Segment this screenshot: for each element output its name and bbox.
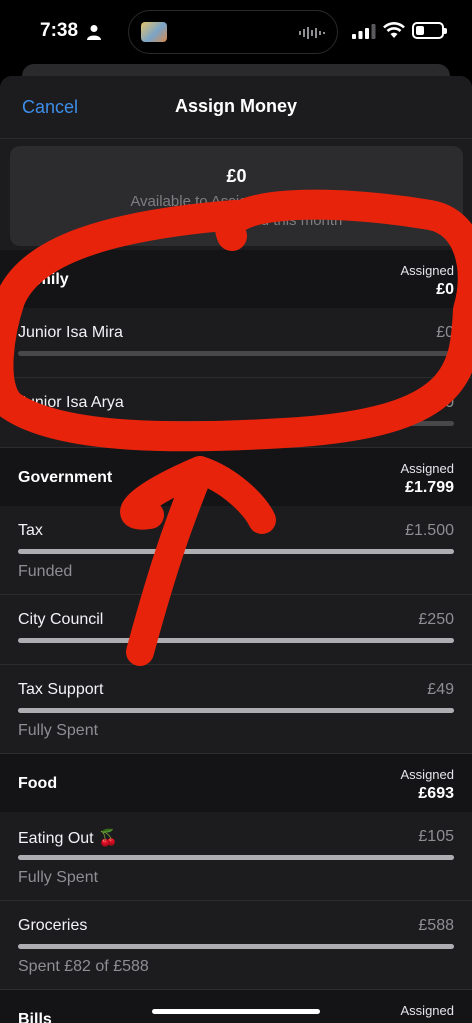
category-amount[interactable]: £1.500 bbox=[405, 522, 454, 540]
progress-fill bbox=[18, 638, 454, 643]
home-indicator bbox=[152, 1009, 320, 1014]
progress-bar bbox=[18, 855, 454, 860]
person-icon bbox=[87, 25, 101, 40]
category-row[interactable]: Tax £1.500 Funded bbox=[0, 506, 472, 595]
category-list: Family Assigned £0 Junior Isa Mira £0 Junior … bbox=[0, 250, 472, 1023]
assigned-label: Assigned bbox=[400, 767, 454, 782]
category-row[interactable]: Groceries £588 Spent £82 of £588 bbox=[0, 901, 472, 990]
assigned-amount: £0 bbox=[436, 281, 454, 298]
available-amount: £0 bbox=[226, 166, 247, 186]
section-title: Food bbox=[18, 775, 58, 792]
category-row[interactable]: Junior Isa Mira £0 bbox=[0, 308, 472, 378]
category-name: Groceries bbox=[18, 917, 88, 934]
category-amount[interactable]: £0 bbox=[436, 324, 454, 342]
assigned-label: Assigned bbox=[400, 1003, 454, 1018]
category-name: Junior Isa Mira bbox=[18, 324, 123, 341]
status-time: 7:38 bbox=[40, 20, 79, 41]
category-row[interactable]: Tax Support £49 Fully Spent bbox=[0, 665, 472, 754]
category-row[interactable]: Eating Out 🍒 £105 Fully Spent bbox=[0, 812, 472, 901]
section-title: Government bbox=[18, 469, 113, 486]
progress-bar bbox=[18, 549, 454, 554]
category-amount[interactable]: £250 bbox=[418, 611, 454, 629]
section-title: Family bbox=[18, 271, 69, 288]
category-status: Funded bbox=[18, 563, 73, 580]
assigned-label: Assigned bbox=[400, 263, 454, 278]
category-name: Tax bbox=[18, 522, 43, 539]
progress-bar bbox=[18, 638, 454, 643]
category-row[interactable]: Junior Isa Arya £0 bbox=[0, 378, 472, 448]
progress-bar bbox=[18, 351, 454, 356]
available-label: Available to Assign to Expenses bbox=[130, 193, 343, 210]
available-to-assign-card: £0 Available to Assign to Expenses £3,61… bbox=[10, 146, 463, 246]
category-amount[interactable]: £588 bbox=[418, 917, 454, 935]
category-name: Tax Support bbox=[18, 681, 104, 698]
nav-bar: Cancel Assign Money bbox=[0, 76, 472, 139]
category-status: Spent £82 of £588 bbox=[18, 958, 149, 975]
wifi-icon bbox=[383, 22, 405, 38]
category-amount[interactable]: £105 bbox=[418, 828, 454, 846]
assigned-label: Assigned bbox=[400, 461, 454, 476]
category-amount[interactable]: £49 bbox=[427, 681, 454, 699]
progress-fill bbox=[18, 855, 454, 860]
progress-fill bbox=[18, 549, 454, 554]
section-title: Bills bbox=[18, 1011, 52, 1023]
progress-fill bbox=[18, 708, 454, 713]
status-bar: 7:38 bbox=[0, 0, 472, 64]
category-amount[interactable]: £0 bbox=[436, 394, 454, 412]
page-title: Assign Money bbox=[174, 96, 298, 116]
section-header: Food Assigned £693 bbox=[0, 754, 472, 812]
audio-wave-icon bbox=[299, 27, 325, 39]
section-header: Family Assigned £0 bbox=[0, 250, 472, 308]
section-header: BillsAssigned£0 bbox=[0, 990, 472, 1023]
category-name: City Council bbox=[18, 611, 104, 628]
assign-money-sheet: Cancel Assign Money £0 Available to Assi… bbox=[0, 76, 472, 1023]
needed-this-month: £3,617 more needed this month bbox=[130, 212, 343, 229]
progress-fill bbox=[18, 944, 454, 949]
cellular-signal-icon bbox=[352, 24, 376, 39]
progress-bar bbox=[18, 421, 454, 426]
category-name: Junior Isa Arya bbox=[18, 394, 124, 411]
category-name: Eating Out 🍒 bbox=[18, 830, 118, 847]
category-status: Fully Spent bbox=[18, 869, 99, 886]
category-row[interactable]: City Council £250 bbox=[0, 595, 472, 665]
dynamic-island[interactable] bbox=[128, 10, 338, 54]
progress-bar bbox=[18, 708, 454, 713]
section-header: Government Assigned £1.799 bbox=[0, 448, 472, 506]
progress-bar bbox=[18, 944, 454, 949]
live-activity-thumbnail bbox=[141, 22, 167, 42]
assigned-amount: £693 bbox=[418, 785, 454, 802]
category-status: Fully Spent bbox=[18, 722, 99, 739]
assigned-amount: £1.799 bbox=[405, 479, 454, 496]
battery-icon bbox=[412, 22, 447, 39]
